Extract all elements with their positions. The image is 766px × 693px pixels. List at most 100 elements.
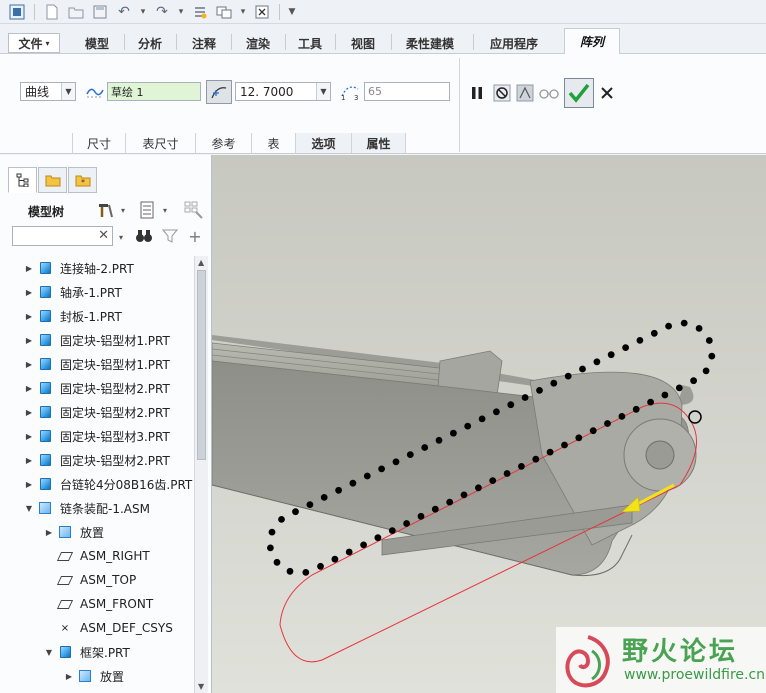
tree-row[interactable]: ASM_TOP xyxy=(0,568,194,592)
tree-row[interactable]: ⨯ ASM_DEF_CSYS xyxy=(0,616,194,640)
customize-icon[interactable]: ▼ xyxy=(286,2,298,22)
subtab-dimensions[interactable]: 尺寸 xyxy=(72,133,126,153)
chain-link xyxy=(478,415,486,423)
tab-render[interactable]: 渲染 xyxy=(233,33,283,53)
tree-row[interactable]: ▶ 固定块-铝型材2.PRT xyxy=(0,448,194,472)
tab-flexible-modeling[interactable]: 柔性建模 xyxy=(393,33,467,53)
tab-annotate[interactable]: 注释 xyxy=(178,33,230,53)
redo-icon[interactable]: ↷ xyxy=(151,2,173,22)
part-icon xyxy=(38,429,52,443)
verify-glasses-icon[interactable] xyxy=(538,83,560,103)
add-plus-icon[interactable]: + xyxy=(185,226,205,246)
model-tree-tab[interactable] xyxy=(8,167,37,193)
tree-search-input[interactable]: ✕ xyxy=(12,226,113,246)
tree-row[interactable]: ▶ 固定块-铝型材2.PRT xyxy=(0,376,194,400)
filter-funnel-icon[interactable] xyxy=(160,226,180,246)
windows-icon[interactable] xyxy=(213,2,235,22)
subtab-references[interactable]: 参考 xyxy=(196,133,252,153)
spacing-toggle-icon[interactable] xyxy=(206,80,232,104)
tree-row[interactable]: ▼ 框架.PRT xyxy=(0,640,194,664)
graphics-viewport[interactable] xyxy=(212,155,766,693)
expand-right-icon[interactable]: ▶ xyxy=(24,432,34,441)
no-preview-icon[interactable] xyxy=(491,83,513,103)
tools-dropdown-icon[interactable]: ▾ xyxy=(118,200,128,220)
folder-browser-tab[interactable] xyxy=(38,167,67,193)
tab-analysis[interactable]: 分析 xyxy=(126,33,174,53)
settings-list-icon[interactable] xyxy=(136,200,158,220)
expand-right-icon[interactable]: ▶ xyxy=(24,312,34,321)
tab-separator xyxy=(335,34,336,50)
tree-row[interactable]: ▶ 放置 xyxy=(0,520,194,544)
close-icon[interactable]: ✕ xyxy=(98,228,109,243)
chain-link xyxy=(267,544,274,552)
tree-row[interactable]: ▶ 固定块-铝型材1.PRT xyxy=(0,352,194,376)
expand-down-icon[interactable]: ▼ xyxy=(44,648,54,657)
undo-dropdown-icon[interactable]: ▾ xyxy=(137,2,149,22)
regenerate-icon[interactable] xyxy=(189,2,211,22)
tree-row[interactable]: ▶ 固定块-铝型材3.PRT xyxy=(0,424,194,448)
tree-row[interactable]: ▶ 固定块-铝型材1.PRT xyxy=(0,328,194,352)
tree-row[interactable]: ▶ 放置 xyxy=(0,664,194,688)
tab-model[interactable]: 模型 xyxy=(72,33,122,53)
scroll-up-icon[interactable]: ▲ xyxy=(198,258,204,267)
tree-scrollbar[interactable]: ▲ ▼ xyxy=(194,256,208,693)
subtab-options[interactable]: 选项 xyxy=(296,133,352,153)
tab-tools[interactable]: 工具 xyxy=(287,33,333,53)
expand-right-icon[interactable]: ▶ xyxy=(24,264,34,273)
tree-row[interactable]: ASM_FRONT xyxy=(0,592,194,616)
pattern-type-select[interactable]: 曲线 ▼ xyxy=(20,82,76,101)
tab-applications[interactable]: 应用程序 xyxy=(475,33,553,53)
expand-right-icon[interactable]: ▶ xyxy=(64,672,74,681)
ok-check-icon[interactable] xyxy=(564,78,594,108)
expand-down-icon[interactable]: ▼ xyxy=(24,504,34,513)
subtab-tables[interactable]: 表 xyxy=(252,133,296,153)
tree-row[interactable]: ▶ 台链轮4分08B16齿.PRT xyxy=(0,472,194,496)
scroll-thumb[interactable] xyxy=(197,270,206,460)
sketch-reference-field[interactable]: 草绘 1 xyxy=(107,82,201,101)
expand-right-icon[interactable]: ▶ xyxy=(24,336,34,345)
spacing-value-select[interactable]: 12. 7000 ▼ xyxy=(235,82,331,101)
quick-access-toolbar: ↶ ▾ ↷ ▾ ▾ ▼ xyxy=(0,0,766,24)
expand-right-icon[interactable]: ▶ xyxy=(24,408,34,417)
preview-icon[interactable] xyxy=(514,83,536,103)
save-icon[interactable] xyxy=(89,2,111,22)
window-icon[interactable] xyxy=(6,2,28,22)
tools-hammer-icon[interactable] xyxy=(94,200,116,220)
tree-row[interactable]: ▶ 轴承-1.PRT xyxy=(0,280,194,304)
tab-pattern[interactable]: 阵列 xyxy=(564,28,620,55)
cancel-x-icon[interactable] xyxy=(596,83,618,103)
member-count-icon[interactable]: 13 xyxy=(339,81,361,101)
settings-dropdown-icon[interactable]: ▾ xyxy=(160,200,170,220)
subtab-properties[interactable]: 属性 xyxy=(352,133,406,153)
undo-icon[interactable]: ↶ xyxy=(113,2,135,22)
search-dropdown-icon[interactable]: ▾ xyxy=(116,227,126,247)
binoculars-icon[interactable] xyxy=(134,226,154,246)
favorites-tab[interactable]: * xyxy=(68,167,97,193)
expand-right-icon[interactable]: ▶ xyxy=(24,360,34,369)
pause-icon[interactable] xyxy=(466,83,488,103)
tree-row[interactable]: ▶ 固定块-铝型材2.PRT xyxy=(0,400,194,424)
tab-view[interactable]: 视图 xyxy=(337,33,389,53)
tree-row[interactable]: ASM_RIGHT xyxy=(0,544,194,568)
tab-file[interactable]: 文件 ▾ xyxy=(8,33,60,53)
expand-right-icon[interactable]: ▶ xyxy=(24,456,34,465)
chain-link xyxy=(607,351,615,359)
scroll-down-icon[interactable]: ▼ xyxy=(198,682,204,691)
new-icon[interactable] xyxy=(41,2,63,22)
tree-row[interactable]: ▶ 连接轴-2.PRT xyxy=(0,256,194,280)
chain-link xyxy=(302,569,310,576)
ribbon-separator xyxy=(459,58,460,152)
expand-right-icon[interactable]: ▶ xyxy=(24,480,34,489)
tree-filter-grid-icon[interactable] xyxy=(182,200,206,220)
expand-right-icon[interactable]: ▶ xyxy=(44,528,54,537)
expand-right-icon[interactable]: ▶ xyxy=(24,384,34,393)
windows-dropdown-icon[interactable]: ▾ xyxy=(237,2,249,22)
tree-row[interactable]: ▼ 链条装配-1.ASM xyxy=(0,496,194,520)
subtab-table-dimensions[interactable]: 表尺寸 xyxy=(126,133,196,153)
redo-dropdown-icon[interactable]: ▾ xyxy=(175,2,187,22)
close-window-icon[interactable] xyxy=(251,2,273,22)
member-count-field[interactable]: 65 xyxy=(364,82,450,101)
expand-right-icon[interactable]: ▶ xyxy=(24,288,34,297)
open-icon[interactable] xyxy=(65,2,87,22)
tree-row[interactable]: ▶ 封板-1.PRT xyxy=(0,304,194,328)
